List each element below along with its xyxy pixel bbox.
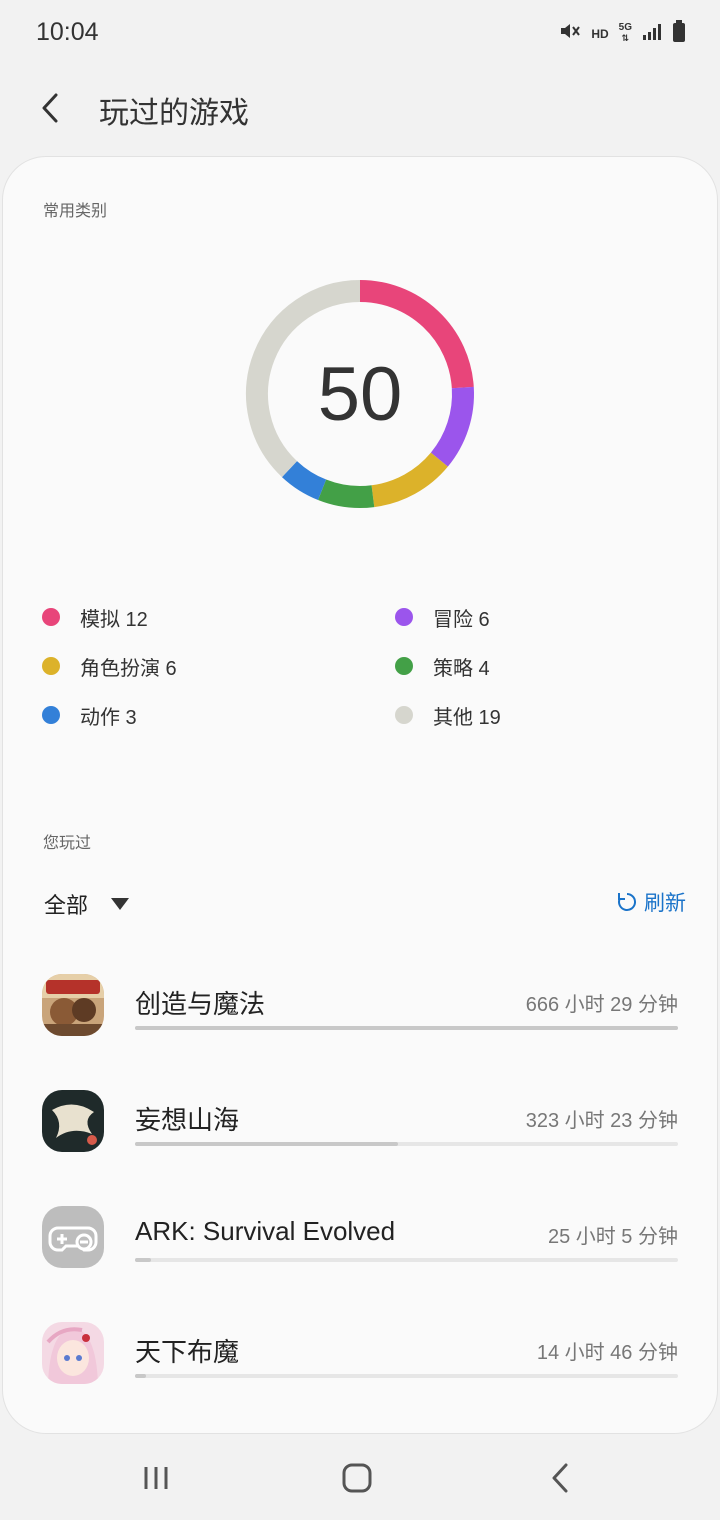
legend-item-action: 动作 3	[42, 700, 137, 730]
app-header: 玩过的游戏	[0, 66, 720, 152]
signal-icon	[642, 22, 662, 45]
page-title: 玩过的游戏	[99, 97, 249, 130]
playtime-bar-fill	[135, 1374, 146, 1378]
game-name: ARK: Survival Evolved	[135, 1216, 396, 1246]
playtime-bar	[135, 1026, 678, 1030]
game-playtime: 25 小时 5 分钟	[547, 1226, 678, 1248]
legend-item-strategy: 策略 4	[395, 651, 490, 681]
dropdown-triangle-icon	[111, 898, 130, 910]
game-name: 创造与魔法	[135, 989, 266, 1019]
game-name: 妄想山海	[135, 1105, 240, 1135]
legend-dot	[42, 657, 60, 675]
legend-item-simulation: 模拟 12	[42, 602, 148, 632]
hd-indicator: HD	[591, 26, 609, 41]
recent-apps-button[interactable]	[126, 1458, 186, 1498]
playtime-bar-fill	[135, 1258, 152, 1262]
home-icon	[342, 1463, 372, 1493]
legend-dot	[395, 657, 413, 675]
refresh-button[interactable]: 刷新	[616, 884, 686, 920]
category-filter-dropdown[interactable]: 全部	[44, 884, 130, 924]
status-icons: HD 5G ⇅	[559, 20, 686, 47]
system-nav-bar	[0, 1436, 720, 1520]
game-playtime: 666 小时 29 分钟	[525, 994, 678, 1016]
game-row-tianxia-bumo[interactable]: 天下布魔 14 小时 46 分钟	[0, 1308, 720, 1418]
legend-dot	[395, 706, 413, 724]
wangxiang-shanhai-game-icon	[42, 1090, 104, 1152]
legend-item-adventure: 冒险 6	[395, 602, 490, 632]
status-bar: 10:04 HD 5G ⇅	[0, 0, 720, 66]
game-row-creation-magic[interactable]: 创造与魔法 666 小时 29 分钟	[0, 960, 720, 1070]
status-time: 10:04	[36, 18, 99, 46]
legend-dot	[42, 608, 60, 626]
back-arrow-icon	[552, 1463, 568, 1493]
categories-section-label: 常用类别	[43, 203, 108, 220]
game-row-ark[interactable]: ARK: Survival Evolved 25 小时 5 分钟	[0, 1192, 720, 1302]
playtime-bar	[135, 1374, 678, 1378]
mute-icon	[559, 21, 581, 46]
back-button[interactable]	[30, 86, 70, 130]
played-section-label: 您玩过	[43, 835, 92, 852]
legend-item-rpg: 角色扮演 6	[42, 651, 177, 681]
playtime-bar-fill	[135, 1142, 399, 1146]
total-games-count: 50	[317, 351, 403, 437]
creation-magic-game-icon	[42, 974, 104, 1036]
gamepad-icon	[42, 1206, 104, 1268]
playtime-bar	[135, 1258, 678, 1262]
battery-icon	[672, 20, 686, 47]
playtime-bar-fill	[135, 1026, 678, 1030]
game-name: 天下布魔	[135, 1337, 240, 1367]
nav-back-button[interactable]	[530, 1458, 590, 1498]
refresh-icon	[618, 893, 636, 911]
game-playtime: 323 小时 23 分钟	[525, 1110, 678, 1132]
playtime-bar	[135, 1142, 678, 1146]
chevron-left-icon	[42, 93, 58, 123]
refresh-label: 刷新	[644, 892, 686, 915]
game-row-wangxiang-shanhai[interactable]: 妄想山海 323 小时 23 分钟	[0, 1076, 720, 1186]
game-playtime: 14 小时 46 分钟	[536, 1342, 678, 1364]
legend-item-other: 其他 19	[395, 700, 501, 730]
legend-dot	[42, 706, 60, 724]
legend-dot	[395, 608, 413, 626]
tianxia-bumo-game-icon	[42, 1322, 104, 1384]
network-5g-indicator: 5G ⇅	[618, 22, 632, 44]
home-button[interactable]	[327, 1458, 387, 1498]
recent-apps-icon	[144, 1467, 168, 1489]
filter-label: 全部	[44, 893, 89, 918]
